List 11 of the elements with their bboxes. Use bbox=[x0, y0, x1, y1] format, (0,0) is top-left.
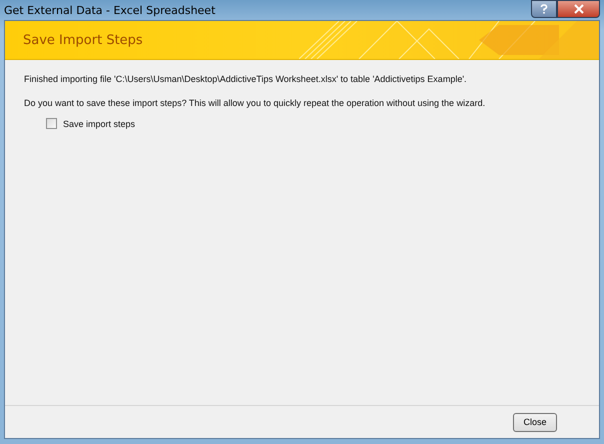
message-text: Do you want to save these import steps? This will allow you to quickly repeat the operation without using the wizard. bbox=[24, 98, 486, 108]
close-dialog-button[interactable]: Close bbox=[513, 412, 557, 432]
close-icon bbox=[574, 4, 584, 14]
checkbox-label: Save import steps bbox=[63, 118, 136, 128]
message-text: Finished importing file 'C:\Users\Usman\Desktop\AddictiveTips Worksheet.xlsx' to table 'Addictivetips Example'. bbox=[24, 74, 468, 84]
window-title: Get External Data - Excel Spreadsheet bbox=[4, 4, 216, 16]
close-button[interactable] bbox=[557, 0, 600, 18]
question-mark-icon bbox=[540, 4, 548, 14]
header-title: Save Import Steps bbox=[22, 32, 143, 48]
checkbox[interactable] bbox=[46, 118, 57, 129]
help-button[interactable] bbox=[531, 0, 557, 18]
